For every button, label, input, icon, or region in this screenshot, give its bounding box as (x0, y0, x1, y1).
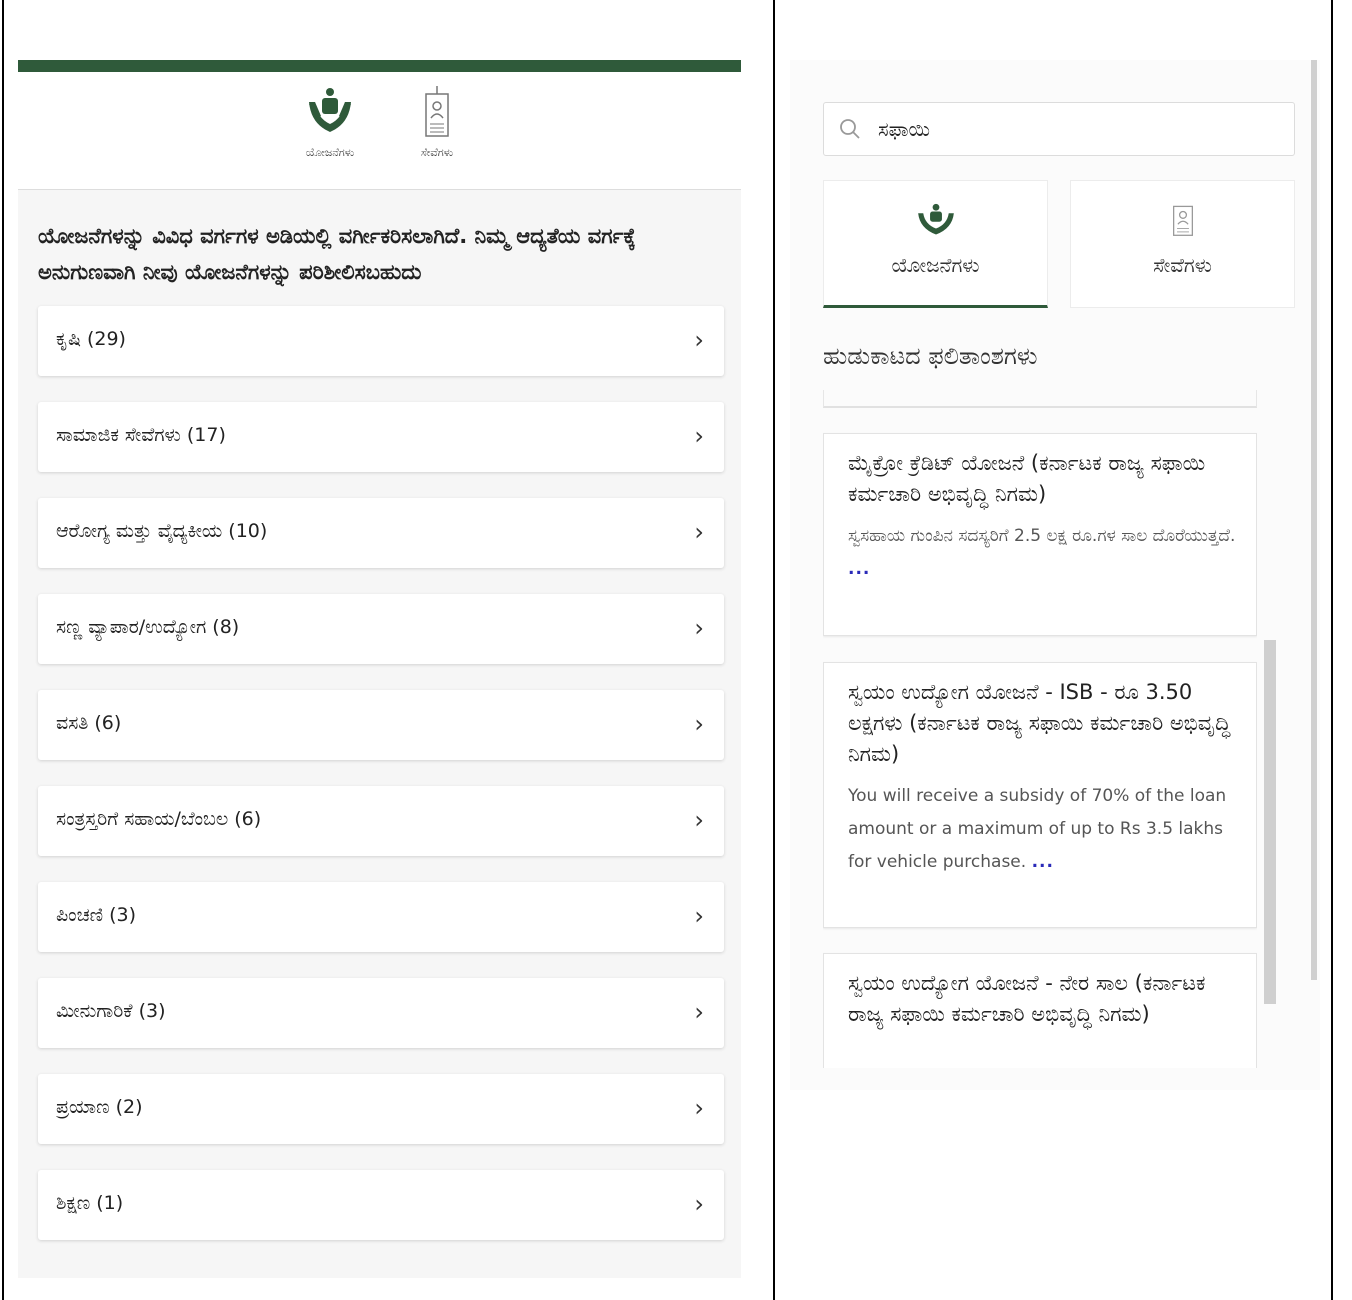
category-label: ಮೀನುಗಾರಿಕೆ (3) (56, 1000, 166, 1022)
category-item[interactable]: ಆರೋಗ್ಯ ಮತ್ತು ವೈದ್ಯಕೀಯ (10) › (38, 498, 724, 568)
search-results-list: ಮೈಕ್ರೋ ಕ್ರೆಡಿಟ್ ಯೋಜನೆ (ಕರ್ನಾಟಕ ರಾಜ್ಯ ಸಫಾ… (823, 390, 1257, 1068)
frame-border-left (2, 0, 4, 1300)
category-item[interactable]: ಮೀನುಗಾರಿಕೆ (3) › (38, 978, 724, 1048)
category-label: ಸಂತ್ರಸ್ತರಿಗೆ ಸಹಾಯ/ಬೆಂಬಲ (6) (56, 808, 262, 830)
search-input[interactable] (878, 113, 1278, 145)
frame-border-right (1331, 0, 1333, 1300)
id-card-icon (1170, 203, 1196, 241)
search-icon (838, 117, 862, 145)
category-label: ಪ್ರಯಾಣ (2) (56, 1096, 143, 1118)
result-card[interactable]: ಮೈಕ್ರೋ ಕ್ರೆಡಿಟ್ ಯೋಜನೆ (ಕರ್ನಾಟಕ ರಾಜ್ಯ ಸಫಾ… (823, 433, 1257, 636)
tab-schemes-label: ಯೋಜನೆಗಳು (891, 253, 980, 277)
result-card[interactable]: ಸ್ವಯಂ ಉದ್ಯೋಗ ಯೋಜನೆ - ISB - ರೂ 3.50 ಲಕ್ಷಗ… (823, 662, 1257, 928)
category-item[interactable]: ಶಿಕ್ಷಣ (1) › (38, 1170, 724, 1240)
category-label: ಸಾಮಾಜಿಕ ಸೇವೆಗಳು (17) (56, 424, 226, 446)
result-title: ಸ್ವಯಂ ಉದ್ಯೋಗ ಯೋಜನೆ - ISB - ರೂ 3.50 ಲಕ್ಷಗ… (848, 680, 1231, 766)
chevron-right-icon: › (694, 710, 704, 738)
category-label: ಕೃಷಿ (29) (56, 328, 126, 350)
result-title: ಸ್ವಯಂ ಉದ್ಯೋಗ ಯೋಜನೆ - ನೇರ ಸಾಲ (ಕರ್ನಾಟಕ ರಾ… (848, 971, 1206, 1026)
result-title: ಮೈಕ್ರೋ ಕ್ರೆಡಿಟ್ ಯೋಜನೆ (ಕರ್ನಾಟಕ ರಾಜ್ಯ ಸಫಾ… (848, 451, 1206, 506)
category-label: ಆರೋಗ್ಯ ಮತ್ತು ವೈದ್ಯಕೀಯ (10) (56, 520, 268, 542)
chevron-right-icon: › (694, 518, 704, 546)
page-scrollbar[interactable] (1311, 60, 1317, 980)
tab-schemes[interactable]: ಯೋಜನೆಗಳು (285, 86, 375, 160)
tab-schemes-results[interactable]: ಯೋಜನೆಗಳು (823, 180, 1048, 308)
header-tabs: ಯೋಜನೆಗಳು ಸೇವೆಗಳು (18, 72, 741, 190)
chevron-right-icon: › (694, 902, 704, 930)
category-label: ಸಣ್ಣ ವ್ಯಾಪಾರ/ಉದ್ಯೋಗ (8) (56, 616, 240, 638)
previous-result-edge (823, 390, 1257, 408)
frame-border-middle (773, 0, 775, 1300)
chevron-right-icon: › (694, 614, 704, 642)
more-link[interactable]: ... (848, 559, 870, 579)
category-item[interactable]: ಸಾಮಾಜಿಕ ಸೇವೆಗಳು (17) › (38, 402, 724, 472)
top-green-bar (18, 60, 741, 72)
category-screen: ಯೋಜನೆಗಳು ಸೇವೆಗಳು ಯೋಜನೆಗಳನ್ನು ವಿವಿಧ ವರ್ಗಗ… (18, 60, 741, 1278)
category-label: ವಸತಿ (6) (56, 712, 122, 734)
category-item[interactable]: ವಸತಿ (6) › (38, 690, 724, 760)
tab-services-label: ಸೇವೆಗಳು (1153, 253, 1212, 277)
category-label: ಪಿಂಚಣಿ (3) (56, 904, 136, 926)
category-item[interactable]: ಕೃಷಿ (29) › (38, 306, 724, 376)
search-box[interactable] (823, 102, 1295, 156)
chevron-right-icon: › (694, 1190, 704, 1218)
tab-services-results[interactable]: ಸೇವೆಗಳು (1070, 180, 1295, 308)
category-label: ಶಿಕ್ಷಣ (1) (56, 1192, 124, 1214)
chevron-right-icon: › (694, 1094, 704, 1122)
hands-people-icon (307, 88, 353, 142)
tab-schemes-label: ಯೋಜನೆಗಳು (305, 146, 355, 159)
category-item[interactable]: ಸಣ್ಣ ವ್ಯಾಪಾರ/ಉದ್ಯೋಗ (8) › (38, 594, 724, 664)
hands-people-icon (916, 203, 956, 241)
results-scrollbar[interactable] (1264, 640, 1276, 1004)
chevron-right-icon: › (694, 806, 704, 834)
category-list: ಕೃಷಿ (29) › ಸಾಮಾಜಿಕ ಸೇವೆಗಳು (17) › ಆರೋಗ್ಯ … (18, 306, 741, 1240)
chevron-right-icon: › (694, 422, 704, 450)
category-item[interactable]: ಸಂತ್ರಸ್ತರಿಗೆ ಸಹಾಯ/ಬೆಂಬಲ (6) › (38, 786, 724, 856)
chevron-right-icon: › (694, 998, 704, 1026)
result-description: ಸ್ವಸಹಾಯ ಗುಂಪಿನ ಸದಸ್ಯರಿಗೆ 2.5 ಲಕ್ಷ ರೂ.ಗಳ … (848, 526, 1236, 579)
category-item[interactable]: ಪಿಂಚಣಿ (3) › (38, 882, 724, 952)
chevron-right-icon: › (694, 326, 704, 354)
intro-text: ಯೋಜನೆಗಳನ್ನು ವಿವಿಧ ವರ್ಗಗಳ ಅಡಿಯಲ್ಲಿ ವರ್ಗೀಕ… (38, 224, 636, 284)
result-card[interactable]: ಸ್ವಯಂ ಉದ್ಯೋಗ ಯೋಜನೆ - ನೇರ ಸಾಲ (ಕರ್ನಾಟಕ ರಾ… (823, 953, 1257, 1068)
tab-services-label: ಸೇವೆಗಳು (420, 146, 454, 159)
tab-services[interactable]: ಸೇವೆಗಳು (392, 86, 482, 160)
search-results-title: ಹುಡುಕಾಟದ ಫಲಿತಾಂಶಗಳು (823, 342, 1038, 370)
id-card-icon (422, 86, 452, 142)
more-link[interactable]: ... (1032, 852, 1054, 872)
category-item[interactable]: ಪ್ರಯಾಣ (2) › (38, 1074, 724, 1144)
result-description: You will receive a subsidy of 70% of the… (848, 786, 1227, 872)
